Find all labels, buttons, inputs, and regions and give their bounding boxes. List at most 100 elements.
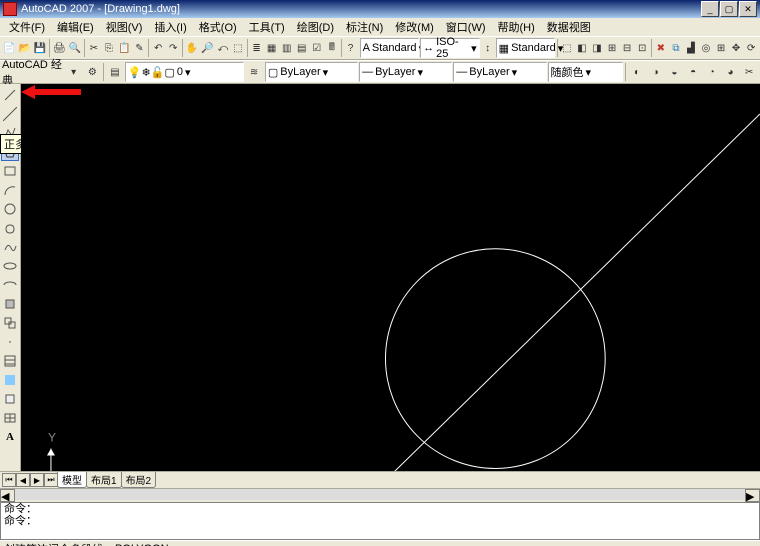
tab-layout2[interactable]: 布局2 (121, 472, 157, 488)
tab-layout1[interactable]: 布局1 (86, 472, 122, 488)
tablestyle-combo[interactable]: ▦ Standard ▾ (496, 38, 556, 58)
offset-button[interactable]: ◎ (699, 38, 713, 58)
tab-last-button[interactable]: ⏭ (44, 473, 58, 487)
menu-tools[interactable]: 工具(T) (244, 18, 290, 36)
plot-button[interactable]: 🖨 (52, 38, 67, 58)
dcenter-button[interactable]: ▦ (265, 38, 279, 58)
menu-window[interactable]: 窗口(W) (441, 18, 491, 36)
block-tool[interactable] (1, 295, 19, 313)
pan-button[interactable]: ✋ (185, 38, 199, 58)
annotation-arrow-icon (21, 84, 81, 100)
lweight-combo[interactable]: — ByLayer ▾ (453, 62, 546, 82)
m2-button[interactable]: ◑ (647, 62, 665, 82)
layer-prop-button[interactable]: ▤ (106, 62, 124, 82)
copy-button[interactable]: ⎘ (102, 38, 116, 58)
mod2-button[interactable]: ◧ (575, 38, 589, 58)
redo-button[interactable]: ↷ (166, 38, 180, 58)
help-button[interactable]: ? (344, 38, 358, 58)
cut-button[interactable]: ✂ (87, 38, 101, 58)
menu-draw[interactable]: 绘图(D) (292, 18, 339, 36)
command-window[interactable]: 命令： 命令： (0, 502, 760, 540)
m5-button[interactable]: ◔ (703, 62, 721, 82)
ltype-combo[interactable]: — ByLayer ▾ (359, 62, 452, 82)
m3-button[interactable]: ◒ (666, 62, 684, 82)
undo-button[interactable]: ↶ (151, 38, 165, 58)
new-button[interactable]: 📄 (2, 38, 16, 58)
menu-view[interactable]: 视图(V) (101, 18, 148, 36)
sheet-button[interactable]: ▤ (295, 38, 309, 58)
gradient-tool[interactable] (1, 371, 19, 389)
palette-button[interactable]: ▥ (280, 38, 294, 58)
menu-data[interactable]: 数据视图 (542, 18, 596, 36)
paste-button[interactable]: 📋 (117, 38, 131, 58)
erase-button[interactable]: ✖ (654, 38, 668, 58)
color-combo[interactable]: ▢ ByLayer ▾ (265, 62, 358, 82)
circle-tool[interactable] (1, 200, 19, 218)
rotate-button[interactable]: ⟳ (744, 38, 758, 58)
copy-obj-button[interactable]: ⧉ (669, 38, 683, 58)
zoom-button[interactable]: 🔎 (200, 38, 214, 58)
tab-first-button[interactable]: ⏮ (2, 473, 16, 487)
minimize-button[interactable]: _ (701, 1, 719, 17)
m6-button[interactable]: ◕ (722, 62, 740, 82)
layer-combo[interactable]: 💡❄🔓▢ 0 ▾ (125, 62, 244, 82)
workspace-gear-icon[interactable]: ⚙ (84, 62, 102, 82)
mtext-tool[interactable]: A (1, 428, 19, 446)
mod4-button[interactable]: ⊞ (605, 38, 619, 58)
tab-prev-button[interactable]: ◀ (16, 473, 30, 487)
makeblock-tool[interactable] (1, 314, 19, 332)
dimstyle-combo[interactable]: ↔ ISO-25 ▾ (420, 38, 480, 58)
menu-edit[interactable]: 编辑(E) (52, 18, 99, 36)
m7-button[interactable]: ✂ (740, 62, 758, 82)
dimstyle-button[interactable]: ↕ (481, 38, 495, 58)
menu-file[interactable]: 文件(F) (4, 18, 50, 36)
menu-modify[interactable]: 修改(M) (390, 18, 439, 36)
m1-button[interactable]: ◐ (628, 62, 646, 82)
layer-prev-button[interactable]: ≋ (245, 62, 263, 82)
move-button[interactable]: ✥ (729, 38, 743, 58)
workspace-drop[interactable]: ▾ (65, 62, 83, 82)
tab-model[interactable]: 模型 (57, 472, 87, 488)
close-button[interactable]: ✕ (739, 1, 757, 17)
table-tool[interactable] (1, 409, 19, 427)
mod3-button[interactable]: ◨ (590, 38, 604, 58)
mod6-button[interactable]: ⊡ (635, 38, 649, 58)
mirror-button[interactable]: ▟ (684, 38, 698, 58)
save-button[interactable]: 💾 (33, 38, 47, 58)
hatch-tool[interactable] (1, 352, 19, 370)
status-message: 创建等边闭合多段线 (4, 541, 103, 546)
layout-tabs: ⏮ ◀ ▶ ⏭ 模型 布局1 布局2 (0, 471, 760, 488)
textstyle-combo[interactable]: A Standard ▾ (360, 38, 420, 58)
ellipsearc-tool[interactable] (1, 276, 19, 294)
open-button[interactable]: 📂 (17, 38, 31, 58)
drawing-canvas[interactable]: X Y (21, 84, 760, 471)
markup-button[interactable]: ☑ (310, 38, 324, 58)
mod5-button[interactable]: ⊟ (620, 38, 634, 58)
line-tool[interactable] (1, 86, 19, 104)
array-button[interactable]: ⊞ (714, 38, 728, 58)
spline-tool[interactable] (1, 238, 19, 256)
mod1-button[interactable]: ⬚ (560, 38, 574, 58)
arc-tool[interactable] (1, 181, 19, 199)
ellipse-tool[interactable] (1, 257, 19, 275)
zoom-prev-button[interactable]: ⤺ (216, 38, 230, 58)
tab-next-button[interactable]: ▶ (30, 473, 44, 487)
menu-help[interactable]: 帮助(H) (493, 18, 540, 36)
zoom-window-button[interactable]: ⬚ (231, 38, 245, 58)
maximize-button[interactable]: ▢ (720, 1, 738, 17)
calc-button[interactable]: 🖩 (325, 38, 339, 58)
revcloud-tool[interactable] (1, 219, 19, 237)
menu-insert[interactable]: 插入(I) (149, 18, 191, 36)
xline-tool[interactable] (1, 105, 19, 123)
m4-button[interactable]: ◓ (684, 62, 702, 82)
rectangle-tool[interactable] (1, 162, 19, 180)
preview-button[interactable]: 🔍 (68, 38, 82, 58)
menu-format[interactable]: 格式(O) (194, 18, 242, 36)
menu-dim[interactable]: 标注(N) (341, 18, 388, 36)
region-tool[interactable] (1, 390, 19, 408)
point-tool[interactable]: · (1, 333, 19, 351)
hscroll[interactable]: ◀▶ (0, 488, 760, 502)
props-button[interactable]: ≣ (250, 38, 264, 58)
match-button[interactable]: ✎ (132, 38, 146, 58)
plotstyle-combo[interactable]: 随颜色 ▾ (548, 62, 624, 82)
